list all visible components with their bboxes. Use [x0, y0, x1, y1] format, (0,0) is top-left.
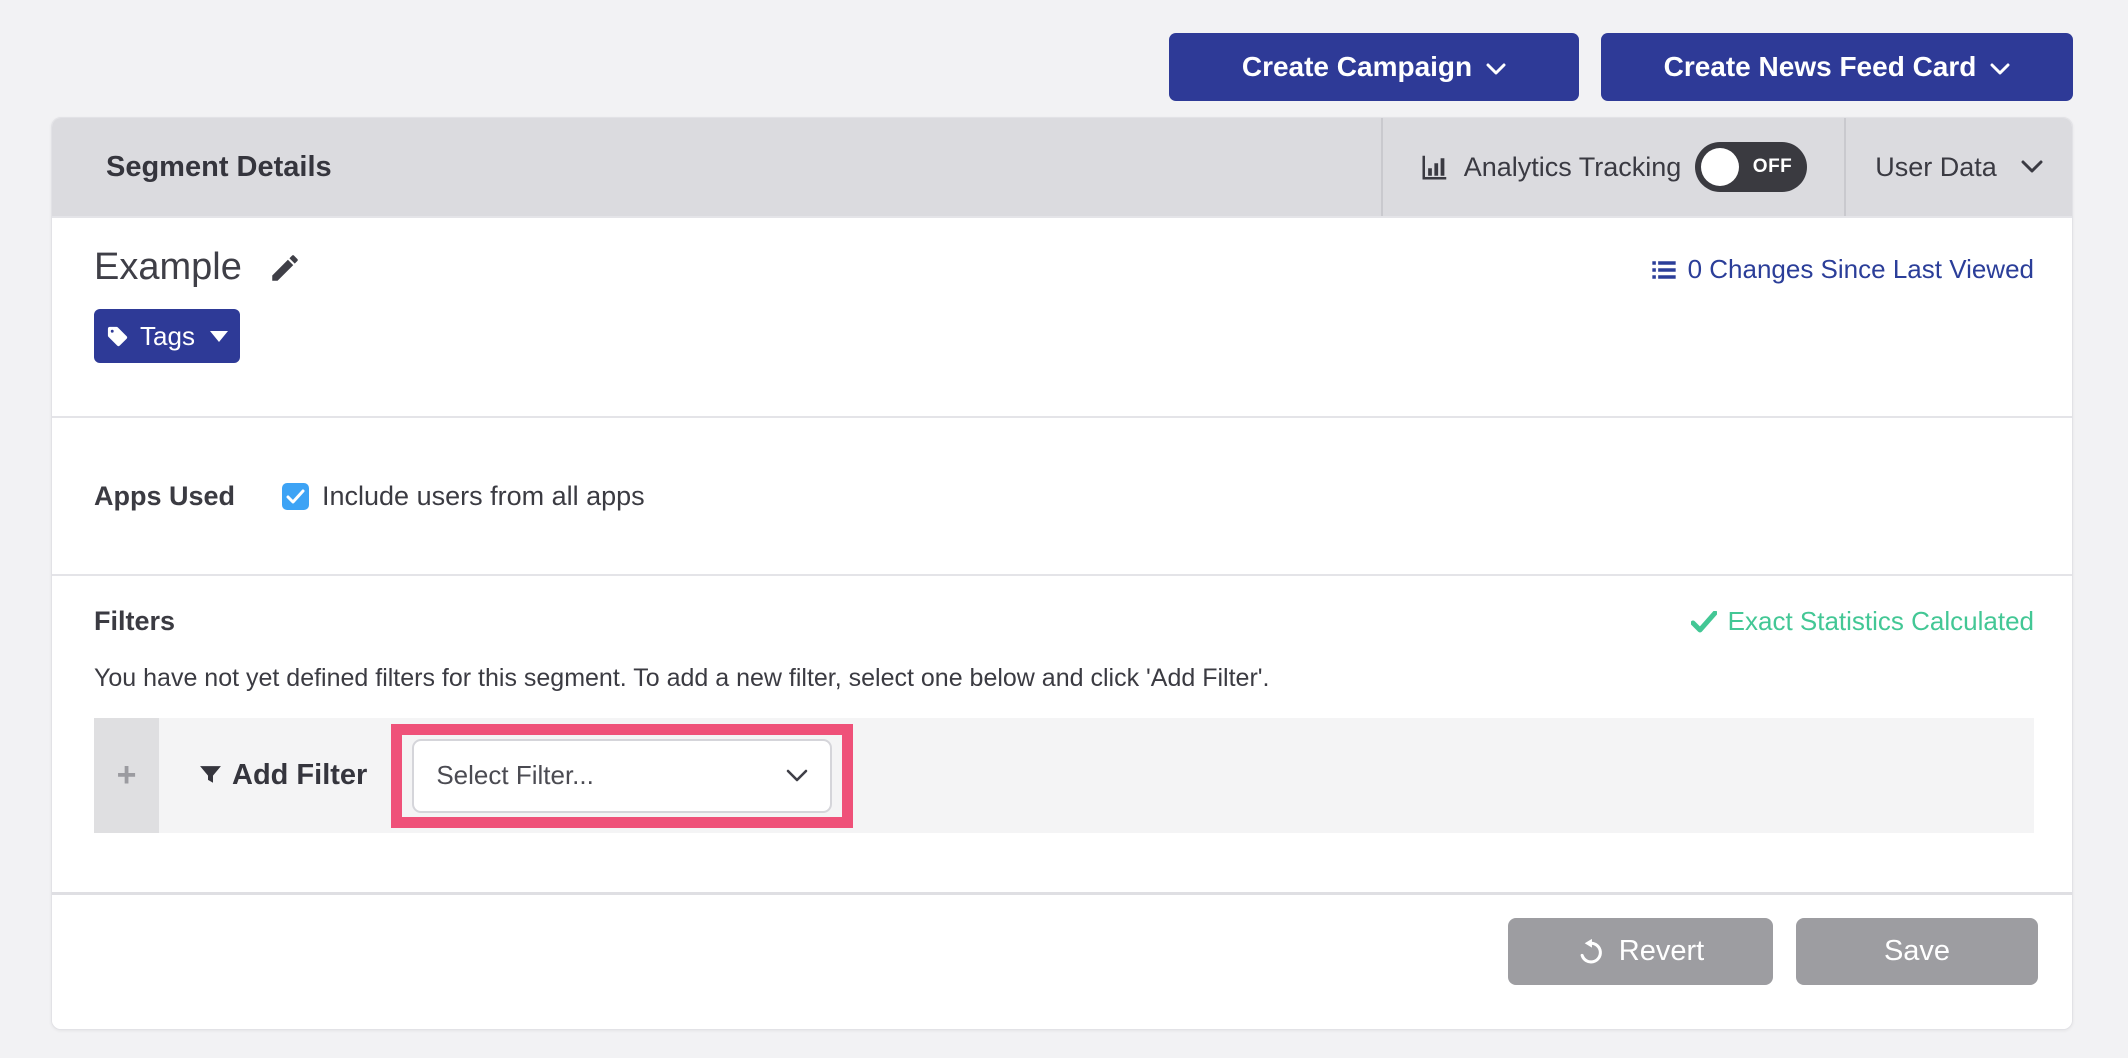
segment-details-card: Segment Details Analytics Tracking OFF U… [51, 117, 2073, 1030]
changes-link-label: 0 Changes Since Last Viewed [1688, 254, 2034, 285]
top-action-bar: Create Campaign Create News Feed Card [1169, 33, 2073, 101]
toggle-knob [1701, 148, 1739, 186]
revert-label: Revert [1619, 935, 1704, 968]
revert-button[interactable]: Revert [1508, 918, 1773, 985]
add-filter-label: Add Filter [232, 759, 367, 792]
chevron-down-icon [1486, 51, 1506, 83]
user-data-label: User Data [1875, 152, 1997, 183]
tag-icon [106, 325, 129, 348]
user-data-dropdown[interactable]: User Data [1844, 118, 2072, 216]
annotation-highlight-box: Select Filter... [391, 724, 853, 828]
select-filter-dropdown[interactable]: Select Filter... [412, 739, 832, 813]
add-filter-group: Add Filter [198, 759, 367, 792]
page-title: Segment Details [52, 118, 1381, 216]
save-label: Save [1884, 935, 1950, 968]
tags-label: Tags [140, 321, 195, 352]
segment-name-section: Example 0 Changes Since Last Viewed [52, 218, 2072, 418]
apps-used-section: Apps Used Include users from all apps [52, 418, 2072, 576]
include-all-apps-row: Include users from all apps [282, 481, 645, 512]
apps-used-label: Apps Used [94, 481, 282, 512]
card-header: Segment Details Analytics Tracking OFF U… [52, 118, 2072, 218]
changes-since-last-viewed-link[interactable]: 0 Changes Since Last Viewed [1650, 254, 2034, 285]
save-button[interactable]: Save [1796, 918, 2038, 985]
create-campaign-button[interactable]: Create Campaign [1169, 33, 1579, 101]
exact-statistics-status: Exact Statistics Calculated [1691, 606, 2034, 637]
add-filter-plus-button[interactable]: + [94, 718, 159, 833]
chevron-down-icon [786, 769, 808, 783]
include-all-apps-label: Include users from all apps [322, 481, 645, 512]
bar-chart-icon [1420, 152, 1450, 182]
caret-down-icon [210, 331, 228, 342]
create-news-feed-label: Create News Feed Card [1664, 51, 1977, 83]
add-filter-row: + Add Filter Select Filter... [94, 718, 2034, 833]
plus-icon: + [117, 756, 137, 795]
include-all-apps-checkbox[interactable] [282, 483, 309, 510]
create-campaign-label: Create Campaign [1242, 51, 1472, 83]
edit-pencil-icon[interactable] [268, 251, 302, 285]
filters-section: Filters Exact Statistics Calculated You … [52, 576, 2072, 895]
segment-name: Example [94, 246, 242, 289]
revert-icon [1577, 938, 1605, 966]
filters-heading: Filters [94, 606, 175, 637]
analytics-tracking-toggle[interactable]: OFF [1695, 142, 1807, 192]
funnel-icon [198, 763, 223, 788]
check-icon [1691, 611, 1717, 633]
analytics-tracking-section: Analytics Tracking OFF [1381, 118, 1844, 216]
filters-empty-text: You have not yet defined filters for thi… [94, 664, 2034, 693]
tags-button[interactable]: Tags [94, 309, 240, 363]
card-footer: Revert Save [52, 895, 2072, 1029]
create-news-feed-card-button[interactable]: Create News Feed Card [1601, 33, 2073, 101]
select-filter-placeholder: Select Filter... [436, 760, 594, 791]
exact-statistics-label: Exact Statistics Calculated [1728, 606, 2034, 637]
chevron-down-icon [1990, 51, 2010, 83]
analytics-tracking-label: Analytics Tracking [1464, 152, 1682, 183]
chevron-down-icon [2021, 160, 2043, 174]
change-list-icon [1650, 256, 1678, 284]
toggle-state-label: OFF [1753, 156, 1793, 178]
